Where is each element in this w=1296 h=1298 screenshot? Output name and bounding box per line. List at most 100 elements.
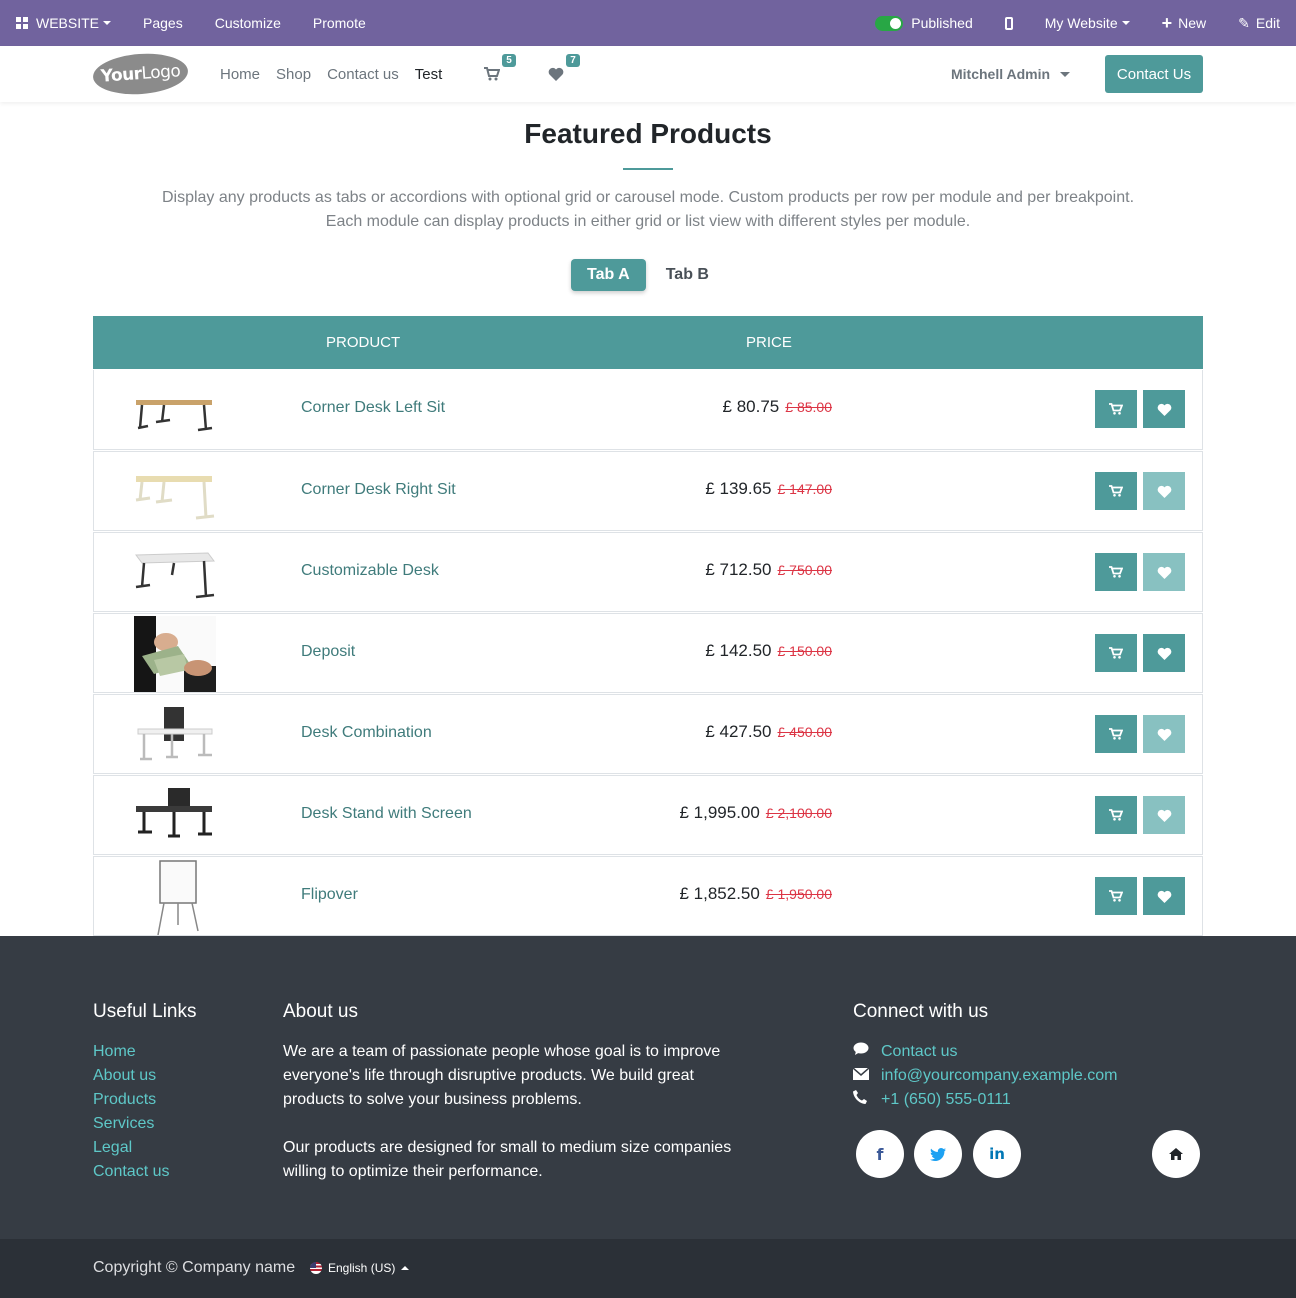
phone-icon — [853, 1088, 881, 1112]
table-row: Desk Combination £ 427.50 £ 450.00 — [93, 694, 1203, 774]
mobile-preview-button[interactable] — [989, 0, 1029, 46]
product-name-link[interactable]: Corner Desk Right Sit — [301, 481, 456, 499]
product-image[interactable] — [134, 859, 216, 936]
product-name-link[interactable]: Customizable Desk — [301, 562, 439, 580]
caret-down-icon — [103, 21, 112, 25]
customize-menu[interactable]: Customize — [199, 0, 297, 46]
product-image[interactable] — [134, 454, 216, 530]
edit-button[interactable]: ✎ Edit — [1222, 0, 1296, 46]
product-name-link[interactable]: Flipover — [301, 886, 358, 904]
footer-link-products[interactable]: Products — [93, 1088, 169, 1112]
site-header: Your Logo Home Shop Contact us Test 5 7 M… — [0, 46, 1296, 102]
chat-bubble-icon — [853, 1040, 881, 1064]
add-to-wishlist-button[interactable] — [1143, 390, 1185, 428]
product-name-link[interactable]: Corner Desk Left Sit — [301, 399, 445, 417]
product-name-link[interactable]: Desk Stand with Screen — [301, 805, 472, 823]
linkedin-button[interactable]: in — [973, 1130, 1021, 1178]
add-to-wishlist-button[interactable] — [1143, 634, 1185, 672]
promote-menu[interactable]: Promote — [297, 0, 382, 46]
product-image[interactable] — [134, 535, 216, 611]
heart-icon — [1157, 809, 1172, 822]
footer-link-home[interactable]: Home — [93, 1040, 169, 1064]
website-switcher[interactable]: My Website — [1029, 0, 1146, 46]
apps-menu[interactable]: WEBSITE — [0, 0, 127, 46]
table-row: Desk Stand with Screen £ 1,995.00 £ 2,100.… — [93, 775, 1203, 855]
language-selector[interactable]: English (US) — [310, 1261, 410, 1275]
nav-home[interactable]: Home — [212, 66, 268, 83]
heart-icon — [1157, 728, 1172, 741]
copyright-text: Copyright © Company name — [93, 1259, 296, 1276]
pages-menu[interactable]: Pages — [127, 0, 199, 46]
contact-info: Contact us info@yourcompany.example.com … — [852, 1040, 1118, 1112]
cart-link[interactable]: 5 — [484, 54, 516, 81]
contact-us-link[interactable]: Contact us — [881, 1040, 957, 1064]
cart-icon — [1109, 890, 1123, 902]
user-menu[interactable]: Mitchell Admin — [951, 46, 1071, 102]
sale-price: £ 142.50 — [705, 641, 772, 660]
add-to-cart-button[interactable] — [1095, 472, 1137, 510]
add-to-cart-button[interactable] — [1095, 634, 1137, 672]
product-image[interactable] — [134, 697, 216, 773]
contact-row-chat[interactable]: Contact us — [853, 1040, 1118, 1064]
caret-down-icon — [1121, 21, 1130, 25]
add-to-cart-button[interactable] — [1095, 553, 1137, 591]
add-to-cart-button[interactable] — [1095, 715, 1137, 753]
product-name-link[interactable]: Desk Combination — [301, 724, 432, 742]
cart-icon — [1109, 403, 1123, 415]
contact-row-email[interactable]: info@yourcompany.example.com — [852, 1064, 1118, 1088]
email-link[interactable]: info@yourcompany.example.com — [881, 1064, 1118, 1088]
original-price: £ 1,950.00 — [765, 886, 832, 902]
original-price: £ 147.00 — [777, 481, 833, 497]
nav-contact-us[interactable]: Contact us — [319, 66, 407, 83]
published-toggle[interactable]: Published — [859, 0, 989, 46]
sale-price: £ 1,995.00 — [679, 803, 760, 822]
heart-icon — [1157, 647, 1172, 660]
new-button[interactable]: + New — [1146, 0, 1223, 46]
table-header: PRODUCT PRICE — [93, 316, 1203, 369]
user-name: Mitchell Admin — [951, 66, 1051, 82]
footer-link-services[interactable]: Services — [93, 1112, 169, 1136]
copyright-bar: Copyright © Company name English (US) — [0, 1239, 1296, 1298]
logo-text: Logo — [140, 61, 181, 84]
nav-test[interactable]: Test — [407, 66, 451, 83]
contact-row-phone[interactable]: +1 (650) 555-0111 — [853, 1088, 1118, 1112]
add-to-cart-button[interactable] — [1095, 390, 1137, 428]
add-to-cart-button[interactable] — [1095, 877, 1137, 915]
envelope-icon — [852, 1064, 881, 1088]
add-to-wishlist-button[interactable] — [1143, 877, 1185, 915]
product-image[interactable] — [134, 616, 216, 692]
product-name-link[interactable]: Deposit — [301, 643, 355, 661]
tab-b[interactable]: Tab B — [650, 259, 725, 291]
section-title: Featured Products — [524, 118, 772, 149]
add-to-wishlist-button[interactable] — [1143, 472, 1185, 510]
original-price: £ 150.00 — [777, 643, 833, 659]
linkedin-icon: in — [989, 1145, 1005, 1163]
nav-shop[interactable]: Shop — [268, 66, 319, 83]
add-to-wishlist-button[interactable] — [1143, 553, 1185, 591]
twitter-button[interactable] — [914, 1130, 962, 1178]
contact-us-button[interactable]: Contact Us — [1105, 55, 1203, 93]
facebook-button[interactable]: f — [856, 1130, 904, 1178]
caret-up-icon — [401, 1266, 410, 1270]
logo[interactable]: Your Logo — [91, 50, 190, 98]
phone-link[interactable]: +1 (650) 555-0111 — [881, 1088, 1011, 1112]
new-label: New — [1178, 15, 1207, 31]
product-image[interactable] — [134, 372, 216, 448]
logo-text-bold: Your — [100, 63, 143, 87]
wishlist-link[interactable]: 7 — [548, 54, 580, 81]
my-website-label: My Website — [1044, 15, 1118, 31]
footer-link-legal[interactable]: Legal — [93, 1136, 169, 1160]
product-price: £ 139.65 £ 147.00 — [705, 479, 832, 499]
column-product: PRODUCT — [326, 334, 401, 351]
add-to-wishlist-button[interactable] — [1143, 796, 1185, 834]
tab-a[interactable]: Tab A — [571, 259, 646, 291]
footer-link-about[interactable]: About us — [93, 1064, 169, 1088]
add-to-cart-button[interactable] — [1095, 796, 1137, 834]
admin-bar: WEBSITE Pages Customize Promote Publishe… — [0, 0, 1296, 46]
add-to-wishlist-button[interactable] — [1143, 715, 1185, 753]
original-price: £ 450.00 — [777, 724, 833, 740]
sale-price: £ 712.50 — [705, 560, 772, 579]
footer-link-contact[interactable]: Contact us — [93, 1160, 169, 1184]
product-image[interactable] — [134, 778, 216, 854]
home-button[interactable] — [1152, 1130, 1200, 1178]
